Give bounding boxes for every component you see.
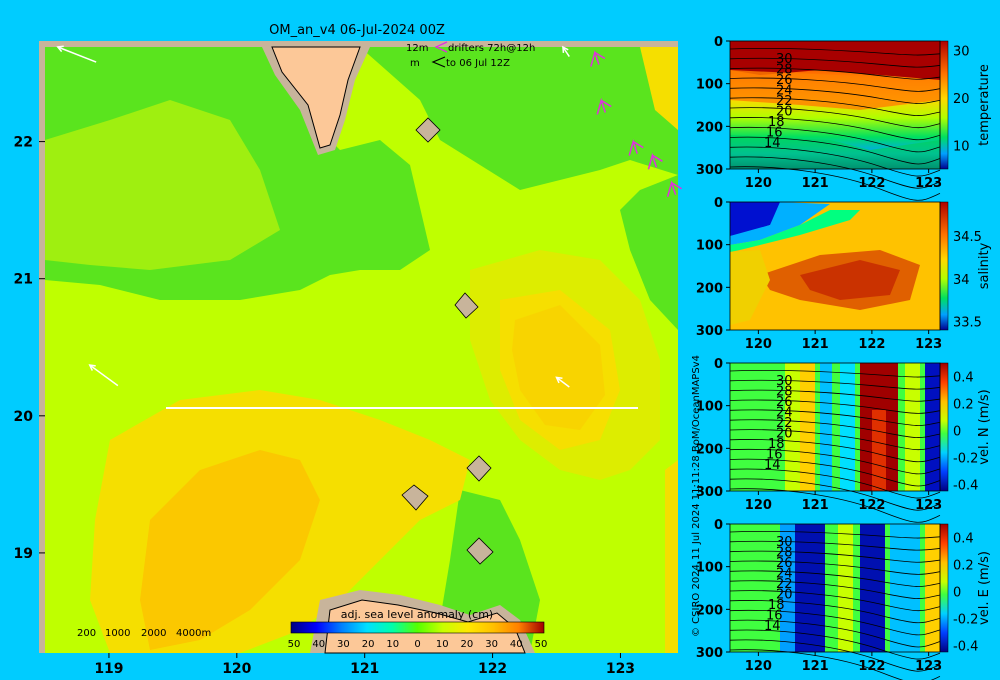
salinity-x-tick-2: 122 (858, 337, 885, 352)
drifters-legend-label-1: 12m (406, 43, 428, 54)
credit-text: 11 Jul 2024 11:11:28 BoM/OceanMAPSv4 (691, 355, 702, 560)
vel_N-colorbar-tick-4: -0.4 (953, 478, 978, 493)
temperature-colorbar-tick-2: 10 (953, 139, 970, 154)
vel_N-x-tick-1: 121 (802, 498, 829, 513)
vel_N-y-tick-1: 100 (696, 400, 723, 415)
salinity-panel (730, 201, 949, 331)
vel_E-colorbar-tick-3: -0.2 (953, 612, 978, 627)
temperature-y-tick-0: 0 (714, 35, 723, 50)
vel_E-y-tick-3: 300 (696, 646, 723, 661)
vel_N-axis-label: vel. N (m/s) (977, 389, 992, 464)
drifters-legend-text-2: to 06 Jul 12Z (446, 58, 510, 69)
vel_E-x-tick-2: 122 (858, 659, 885, 674)
colorbar-tick-1: 40 (312, 639, 325, 650)
vel_N-x-tick-3: 123 (915, 498, 942, 513)
vel_E-colorbar-tick-0: 0.4 (953, 531, 974, 546)
vel_E-colorbar-tick-4: -0.4 (953, 639, 978, 654)
vel_E-contour-label-8: 14 (764, 619, 781, 634)
colorbar-tick-10: 50 (535, 639, 548, 650)
vel_E-y-tick-0: 0 (714, 518, 723, 533)
vel_E-x-tick-0: 120 (745, 659, 772, 674)
salinity-x-tick-3: 123 (915, 337, 942, 352)
salinity-y-tick-0: 0 (714, 196, 723, 211)
salinity-colorbar-tick-2: 33.5 (953, 315, 982, 330)
drifters-legend-label-2: m (410, 58, 420, 69)
drifters-legend-text-1: drifters 72h@12h (448, 43, 535, 54)
salinity-y-tick-2: 200 (696, 281, 723, 296)
map-panel: 119 120 121 122 123 22 21 20 19 12m drifters 72… (14, 41, 682, 677)
vel_E-x-tick-3: 123 (915, 659, 942, 674)
vel_N-colorbar-tick-0: 0.4 (953, 370, 974, 385)
temperature-x-tick-2: 122 (858, 176, 885, 191)
vel_N-colorbar-tick-2: 0 (953, 424, 961, 439)
vel_N-y-tick-0: 0 (714, 357, 723, 372)
temperature-x-tick-1: 121 (802, 176, 829, 191)
salinity-axis-label: salinity (977, 242, 992, 289)
vel_N-y-tick-3: 300 (696, 485, 723, 500)
temperature-y-tick-3: 300 (696, 163, 723, 178)
vel_E-x-tick-1: 121 (802, 659, 829, 674)
colorbar-tick-6: 10 (436, 639, 449, 650)
map-x-tick-4: 123 (606, 661, 635, 677)
salinity-x-tick-1: 121 (802, 337, 829, 352)
vel_E-y-tick-2: 200 (696, 603, 723, 618)
colorbar-tick-2: 30 (337, 639, 350, 650)
temperature-y-tick-2: 200 (696, 120, 723, 135)
colorbar-tick-9: 40 (510, 639, 523, 650)
depth-legend-200: 200 (77, 628, 96, 639)
vel_E-colorbar-tick-1: 0.2 (953, 558, 974, 573)
map-x-tick-2: 121 (350, 661, 379, 677)
vel_N-contour-label-8: 14 (764, 458, 781, 473)
vel_N-colorbar-tick-3: -0.2 (953, 451, 978, 466)
colorbar-label: adj. sea level anomaly (cm) (341, 608, 493, 621)
vel_N-x-tick-0: 120 (745, 498, 772, 513)
figure: OM_an_v4 06-Jul-2024 00Z 119 120 121 122… (14, 23, 992, 680)
salinity-x-tick-0: 120 (745, 337, 772, 352)
figure-title: OM_an_v4 06-Jul-2024 00Z (269, 23, 445, 38)
map-x-tick-0: 119 (94, 661, 123, 677)
depth-legend-1000: 1000 (105, 628, 130, 639)
vel_E-colorbar-tick-2: 0 (953, 585, 961, 600)
depth-legend-2000: 2000 (141, 628, 166, 639)
colorbar-tick-8: 30 (485, 639, 498, 650)
temperature-x-tick-3: 123 (915, 176, 942, 191)
colorbar-tick-7: 20 (461, 639, 474, 650)
salinity-y-tick-3: 300 (696, 324, 723, 339)
velE-panel: 302826242220181614 (729, 523, 949, 680)
temperature-x-tick-0: 120 (745, 176, 772, 191)
map-x-tick-3: 122 (478, 661, 507, 677)
temperature-colorbar-tick-1: 20 (953, 92, 970, 107)
temperature-axis-label: temperature (977, 64, 992, 146)
vel_N-y-tick-2: 200 (696, 442, 723, 457)
colorbar-tick-0: 50 (288, 639, 301, 650)
map-y-tick-1: 21 (14, 272, 33, 288)
colorbar-tick-5: 0 (414, 639, 420, 650)
vel_E-axis-label: vel. E (m/s) (977, 551, 992, 625)
depth-legend-4000: 4000m (176, 628, 211, 639)
temperature-contour-label-8: 14 (764, 136, 781, 151)
vel_N-x-tick-2: 122 (858, 498, 885, 513)
vel_N-colorbar-tick-1: 0.2 (953, 397, 974, 412)
map-x-tick-1: 120 (222, 661, 251, 677)
colorbar-tick-4: 10 (386, 639, 399, 650)
map-y-tick-0: 22 (14, 135, 33, 151)
colorbar-tick-3: 20 (362, 639, 375, 650)
salinity-y-tick-1: 100 (696, 239, 723, 254)
map-y-tick-3: 19 (14, 546, 33, 562)
map-x-ticks: 119 120 121 122 123 (94, 653, 635, 677)
salinity-colorbar-tick-1: 34 (953, 273, 970, 288)
temperature-y-tick-1: 100 (696, 78, 723, 93)
temperature-colorbar-tick-0: 30 (953, 44, 970, 59)
vel_E-y-tick-1: 100 (696, 561, 723, 576)
map-y-tick-2: 20 (14, 409, 34, 425)
